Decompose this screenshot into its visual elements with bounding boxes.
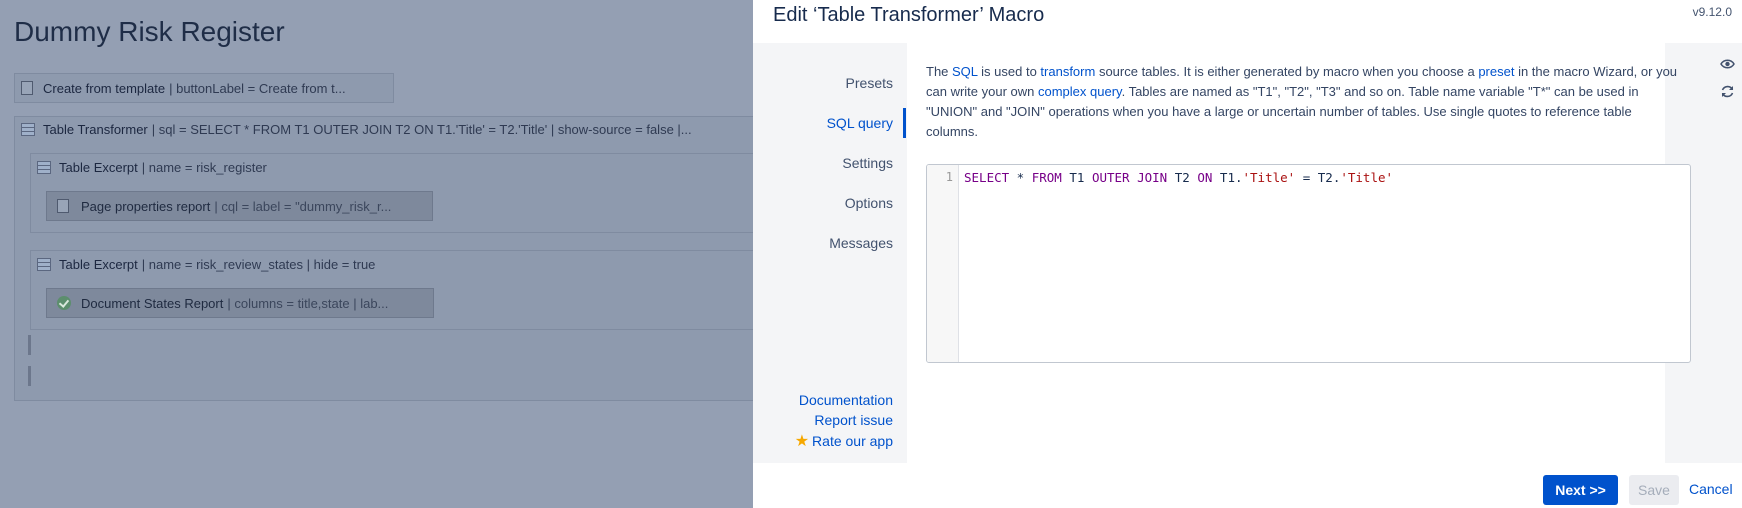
table-excerpt-icon — [37, 257, 51, 271]
star-icon: ★ — [794, 433, 810, 450]
template-icon — [21, 81, 33, 95]
preset-link[interactable]: preset — [1478, 64, 1514, 79]
cancel-button[interactable]: Cancel — [1689, 481, 1733, 497]
macro-params: | cql = label = "dummy_risk_r... — [214, 198, 392, 214]
complex-query-link[interactable]: complex query — [1038, 84, 1122, 99]
sql-query-panel: The SQL is used to transform source tabl… — [907, 43, 1691, 463]
dialog-title: Edit ‘Table Transformer’ Macro — [773, 4, 1045, 26]
sql-code-line[interactable]: SELECT * FROM T1 OUTER JOIN T2 ON T1.'Ti… — [964, 170, 1393, 185]
sql-code-editor[interactable]: 1 SELECT * FROM T1 OUTER JOIN T2 ON T1.'… — [926, 164, 1691, 363]
nav-active-indicator — [903, 108, 906, 138]
save-button[interactable]: Save — [1629, 475, 1679, 505]
macro-params: | name = risk_register — [141, 159, 267, 175]
dialog-body: Presets SQL query Settings Options Messa… — [753, 43, 1742, 463]
background-page: Dummy Risk Register Create from template… — [0, 0, 753, 508]
nav-sql-query[interactable]: SQL query — [827, 115, 893, 131]
macro-name: Table Transformer — [43, 121, 148, 137]
page-title: Dummy Risk Register — [14, 16, 285, 47]
rate-app-label: Rate our app — [812, 433, 893, 449]
desc-text: source tables. It is either generated by… — [1095, 64, 1479, 79]
desc-text: is used to — [977, 64, 1041, 79]
line-gutter: 1 — [927, 165, 959, 362]
sql-token: T1. — [1212, 170, 1243, 185]
macro-name: Create from template — [43, 80, 166, 96]
version-label: v9.12.0 — [1692, 5, 1732, 19]
sql-token: = T2. — [1295, 170, 1341, 185]
macro-name: Table Excerpt — [59, 159, 138, 175]
sql-token: T1 — [1061, 170, 1092, 185]
create-from-template-macro[interactable]: Create from template | buttonLabel = Cre… — [14, 73, 394, 103]
sql-token: * — [1009, 170, 1032, 185]
refresh-icon[interactable] — [1720, 84, 1735, 103]
table-transformer-icon — [21, 122, 35, 136]
documentation-link[interactable]: Documentation — [799, 392, 893, 408]
sql-keyword: OUTER JOIN — [1091, 170, 1168, 185]
macro-name: Document States Report — [81, 295, 224, 311]
dialog-nav: Presets SQL query Settings Options Messa… — [753, 43, 906, 463]
transform-link[interactable]: transform — [1040, 64, 1095, 79]
eye-icon[interactable] — [1720, 57, 1735, 74]
macro-params: | sql = SELECT * FROM T1 OUTER JOIN T2 O… — [151, 121, 692, 137]
nav-presets[interactable]: Presets — [846, 75, 893, 91]
macro-params: | name = risk_review_states | hide = tru… — [141, 256, 376, 272]
dialog-footer: Next >> Save Cancel — [753, 463, 1742, 508]
table-excerpt-icon — [37, 160, 51, 174]
report-issue-link[interactable]: Report issue — [814, 412, 893, 428]
line-number: 1 — [945, 170, 953, 184]
macro-name: Page properties report — [81, 198, 211, 214]
sql-description: The SQL is used to transform source tabl… — [926, 62, 1686, 142]
rate-app-link[interactable]: ★ Rate our app — [795, 431, 893, 451]
sql-keyword: SELECT — [964, 170, 1010, 185]
nav-options[interactable]: Options — [845, 195, 893, 211]
sql-keyword: ON — [1197, 170, 1213, 185]
next-button[interactable]: Next >> — [1543, 475, 1618, 505]
preview-strip — [1711, 43, 1742, 463]
empty-paragraph[interactable] — [28, 335, 31, 355]
page-properties-icon — [57, 199, 69, 213]
sql-link[interactable]: SQL — [952, 64, 978, 79]
sql-string: 'Title' — [1340, 170, 1394, 185]
nav-messages[interactable]: Messages — [829, 235, 893, 251]
sql-string: 'Title' — [1242, 170, 1296, 185]
macro-name: Table Excerpt — [59, 256, 138, 272]
sql-keyword: FROM — [1031, 170, 1062, 185]
macro-params: | buttonLabel = Create from t... — [169, 80, 346, 96]
empty-paragraph[interactable] — [28, 366, 31, 386]
sql-token: T2 — [1167, 170, 1198, 185]
check-circle-icon — [57, 296, 71, 310]
macro-editor-dialog: Edit ‘Table Transformer’ Macro v9.12.0 P… — [753, 0, 1742, 508]
nav-settings[interactable]: Settings — [842, 155, 893, 171]
page-properties-report-macro[interactable]: Page properties report | cql = label = "… — [46, 191, 433, 221]
document-states-report-macro[interactable]: Document States Report | columns = title… — [46, 288, 434, 318]
desc-text: The — [926, 64, 953, 79]
macro-params: | columns = title,state | lab... — [227, 295, 389, 311]
